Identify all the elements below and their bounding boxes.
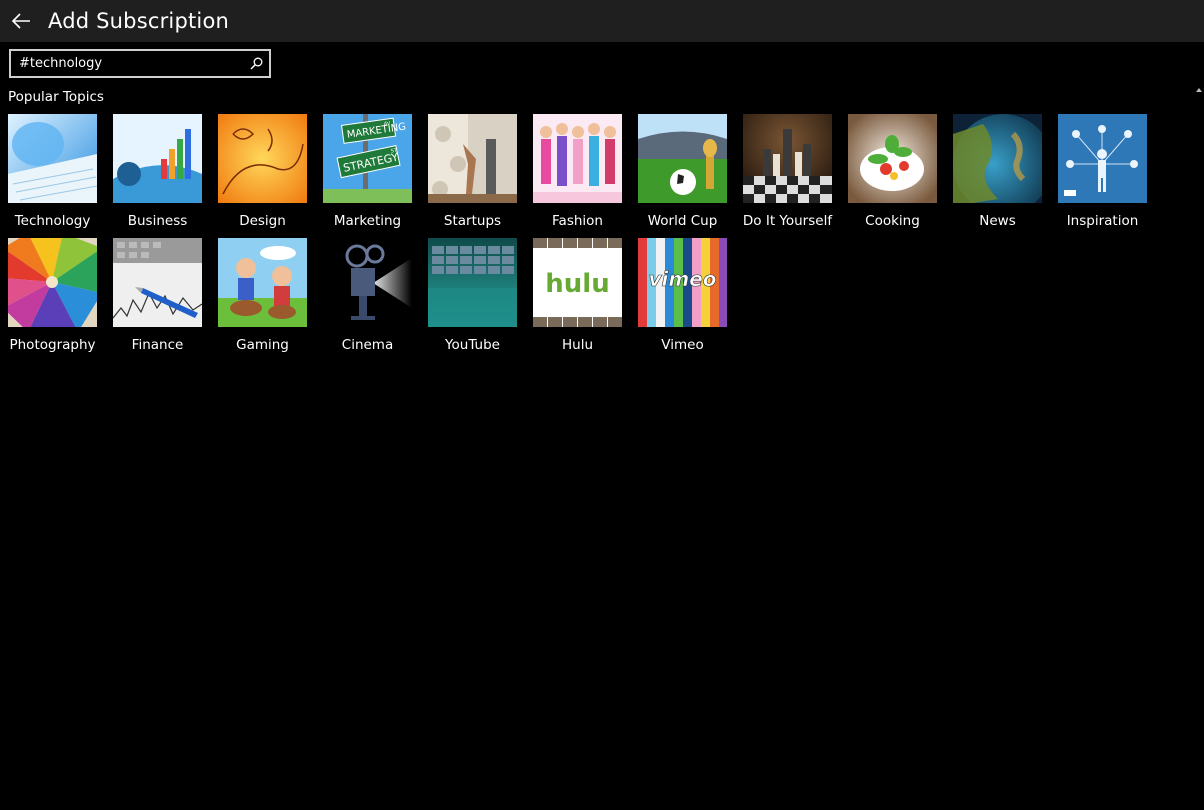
design-thumbnail (218, 114, 307, 203)
arrow-left-icon (11, 13, 30, 29)
topic-label: Marketing (333, 213, 402, 229)
cooking-thumbnail (848, 114, 937, 203)
topic-tile-youtube[interactable]: YouTube (428, 238, 517, 358)
news-thumbnail (953, 114, 1042, 203)
topic-tile-photography[interactable]: Photography (8, 238, 97, 358)
business-thumbnail (113, 114, 202, 203)
vertical-scrollbar[interactable] (1194, 86, 1204, 810)
search-input[interactable] (11, 51, 243, 76)
topic-label: Gaming (236, 337, 289, 353)
topic-tile-business[interactable]: Business (113, 114, 202, 234)
topic-label: Business (127, 213, 188, 229)
vimeo-logo-text: vimeo (648, 267, 716, 291)
world-cup-thumbnail (638, 114, 727, 203)
topic-tile-technology[interactable]: Technology (8, 114, 97, 234)
title-bar: Add Subscription (0, 0, 1204, 42)
topic-label: News (979, 213, 1016, 229)
topic-tile-inspiration[interactable]: Inspiration (1058, 114, 1147, 234)
topic-tile-world-cup[interactable]: World Cup (638, 114, 727, 234)
search-button[interactable] (243, 51, 269, 76)
fashion-thumbnail (533, 114, 622, 203)
topic-label: Vimeo (661, 337, 704, 353)
search-icon (250, 57, 262, 70)
marketing-thumbnail: MARKETING AV STRATEGY ST (323, 114, 412, 203)
topic-label: Hulu (561, 337, 593, 353)
topic-tile-fashion[interactable]: Fashion (533, 114, 622, 234)
topic-tile-design[interactable]: Design (218, 114, 307, 234)
gaming-thumbnail (218, 238, 307, 327)
technology-thumbnail (8, 114, 97, 203)
topic-tile-news[interactable]: News (953, 114, 1042, 234)
topic-label: Technology (14, 213, 91, 229)
topic-label: Design (239, 213, 286, 229)
topic-tile-startups[interactable]: Startups (428, 114, 517, 234)
popular-topics-heading: Popular Topics (8, 89, 104, 105)
topic-label: Inspiration (1066, 213, 1139, 229)
topic-label: Fashion (552, 213, 603, 229)
page-title: Add Subscription (48, 9, 230, 33)
topic-label: Finance (131, 337, 184, 353)
topic-tile-finance[interactable]: Finance (113, 238, 202, 358)
topic-tile-hulu[interactable]: hulu Hulu (533, 238, 622, 358)
youtube-thumbnail (428, 238, 517, 327)
topic-label: Do It Yourself (742, 213, 833, 229)
topic-tile-marketing[interactable]: MARKETING AV STRATEGY ST Marketing (323, 114, 412, 234)
topic-label: Photography (9, 337, 96, 353)
hulu-thumbnail: hulu (533, 238, 622, 327)
topic-tile-do-it-yourself[interactable]: Do It Yourself (743, 114, 832, 234)
startups-thumbnail (428, 114, 517, 203)
topic-label: Startups (443, 213, 502, 229)
photography-thumbnail (8, 238, 97, 327)
topic-tile-gaming[interactable]: Gaming (218, 238, 307, 358)
topic-tile-cinema[interactable]: Cinema (323, 238, 412, 358)
topic-tile-vimeo[interactable]: vimeo Vimeo (638, 238, 727, 358)
topic-label: YouTube (445, 337, 500, 353)
cinema-thumbnail (323, 238, 412, 327)
scroll-up-arrow-icon[interactable] (1195, 86, 1203, 94)
finance-thumbnail (113, 238, 202, 327)
topic-tile-cooking[interactable]: Cooking (848, 114, 937, 234)
topic-label: Cooking (865, 213, 920, 229)
do-it-yourself-thumbnail (743, 114, 832, 203)
topic-label: World Cup (647, 213, 718, 229)
vimeo-thumbnail: vimeo (638, 238, 727, 327)
hulu-logo-text: hulu (545, 269, 609, 299)
back-button[interactable] (0, 0, 42, 42)
search-box (9, 49, 271, 78)
inspiration-thumbnail (1058, 114, 1147, 203)
topic-label: Cinema (341, 337, 394, 353)
